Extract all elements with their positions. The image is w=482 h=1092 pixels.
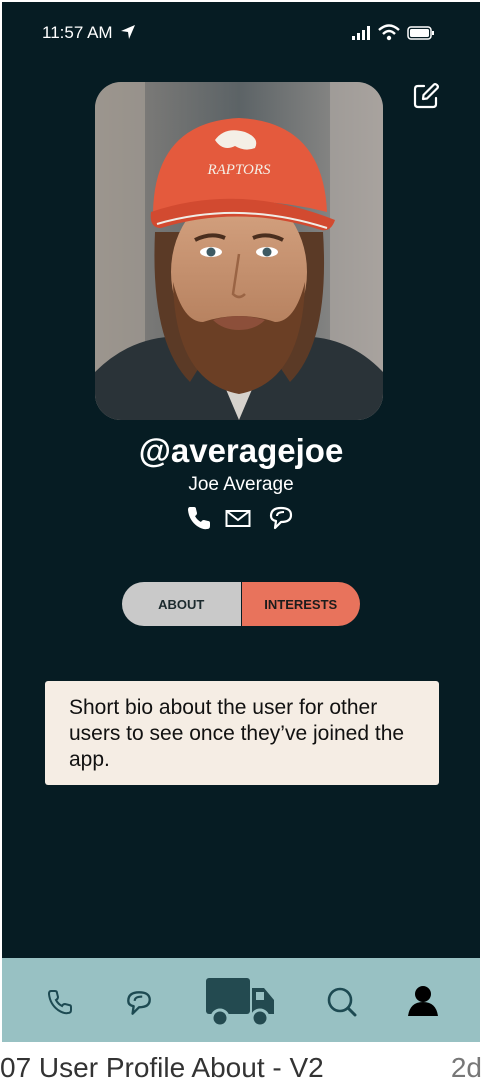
nav-chat-icon[interactable] [124,988,154,1023]
bottom-nav [2,958,480,1042]
edit-profile-button[interactable] [412,82,440,110]
location-arrow-icon [120,24,136,45]
profile-full-name: Joe Average [188,474,294,495]
bio-card: Short bio about the user for other users… [45,681,439,785]
edit-icon [413,83,439,109]
frame-caption-age: 2d [450,1052,482,1083]
profile-username: @averagejoe [138,432,344,469]
nav-user-icon[interactable] [406,984,440,1023]
cap-lettering: RAPTORS [206,162,271,178]
frame-caption-title: 07 User Profile About - V2 [0,1052,324,1083]
profile-photo: RAPTORS [95,82,383,420]
phone-icon[interactable] [185,504,213,537]
profile-tabs: ABOUT INTERESTS [122,582,360,626]
nav-truck-icon[interactable] [204,974,276,1033]
tab-about[interactable]: ABOUT [122,582,242,626]
nav-search-icon[interactable] [326,986,358,1023]
phone-screen: 11:57 AM RAPTORS @averagejoe Joe Average… [2,2,480,1042]
wifi-icon [378,24,400,46]
status-time: 11:57 AM [42,23,113,42]
nav-phone-icon[interactable] [46,988,74,1021]
chat-icon[interactable] [267,504,295,537]
cellular-signal-icon [352,26,372,45]
contact-actions [185,504,305,534]
mail-icon[interactable] [225,508,251,535]
tab-interests[interactable]: INTERESTS [241,582,360,626]
status-bar: 11:57 AM [2,2,480,62]
battery-icon [407,26,435,45]
